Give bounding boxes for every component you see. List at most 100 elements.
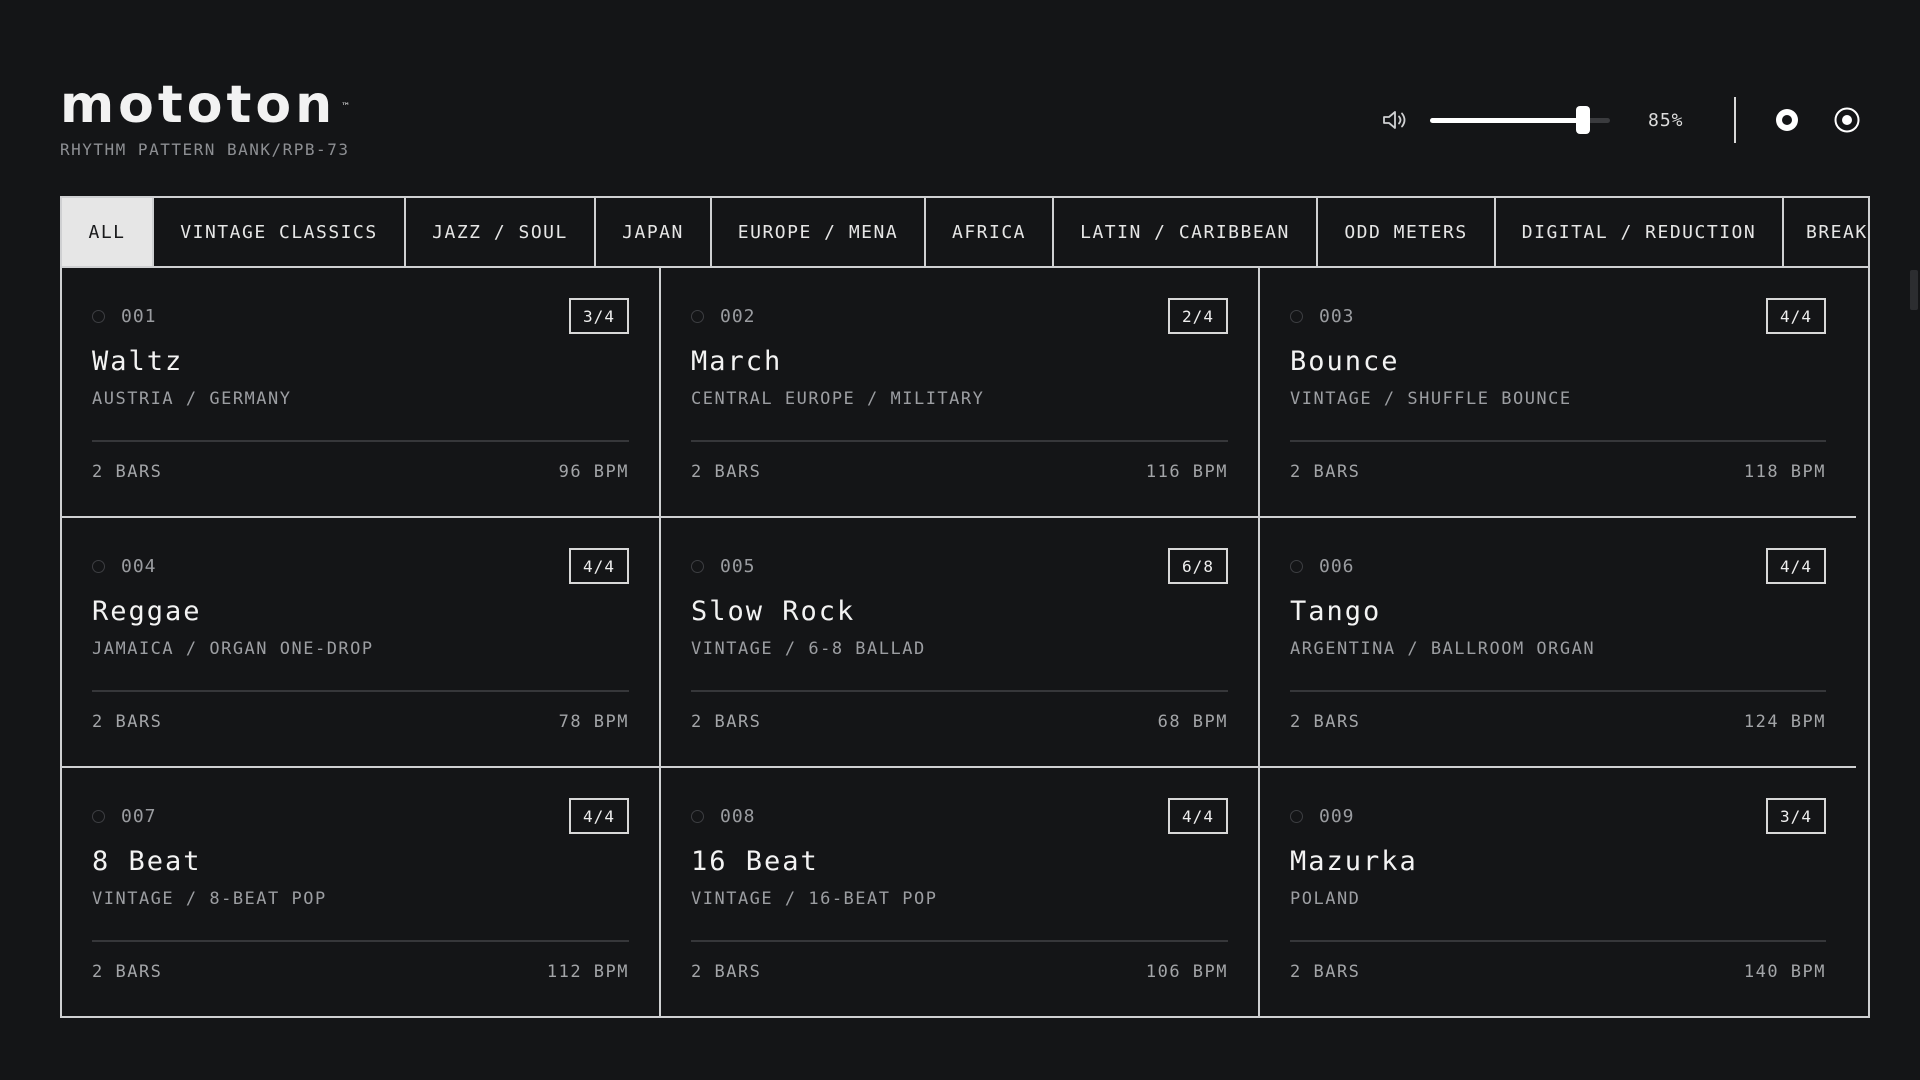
time-signature-badge: 6/8 [1168, 548, 1228, 584]
pattern-bars: 2 BARS [1290, 712, 1361, 732]
pattern-number-wrap: 001 [92, 306, 157, 327]
grid-scrollbar-thumb[interactable] [1910, 270, 1918, 310]
pattern-card[interactable]: 009 3/4 Mazurka POLAND 2 BARS 140 BPM [1260, 768, 1856, 1016]
volume-slider[interactable] [1430, 105, 1610, 135]
pattern-bpm: 68 BPM [1157, 712, 1228, 732]
category-tabs: ALL VINTAGE CLASSICS JAZZ / SOUL JAPAN EUROP… [60, 196, 1870, 266]
tab-europe-mena[interactable]: EUROPE / MENA [712, 198, 926, 266]
card-header: 007 4/4 [92, 798, 629, 834]
pattern-grid: 001 3/4 Waltz AUSTRIA / GERMANY 2 BARS 96 BPM… [60, 266, 1870, 1018]
pattern-card[interactable]: 007 4/4 8 Beat VINTAGE / 8-BEAT POP 2 BARS 11… [62, 768, 661, 1016]
pattern-bpm: 106 BPM [1145, 962, 1228, 982]
volume-slider-thumb[interactable] [1576, 106, 1590, 134]
select-radio-icon[interactable] [92, 559, 105, 573]
pattern-name: Waltz [92, 346, 184, 377]
pattern-number-wrap: 005 [691, 556, 756, 577]
pattern-card[interactable]: 006 4/4 Tango ARGENTINA / BALLROOM ORGAN 2 B… [1260, 518, 1856, 768]
pattern-name: March [691, 346, 783, 377]
app-window: mototon ™ RHYTHM PATTERN BANK/RPB-73 85% [0, 0, 1920, 1080]
pattern-origin: ARGENTINA / BALLROOM ORGAN [1290, 639, 1596, 659]
pattern-origin: AUSTRIA / GERMANY [92, 389, 292, 409]
card-header: 004 4/4 [92, 548, 629, 584]
pattern-card[interactable]: 003 4/4 Bounce VINTAGE / SHUFFLE BOUNCE 2 BA… [1260, 268, 1856, 518]
time-signature-badge: 4/4 [569, 548, 629, 584]
card-header: 001 3/4 [92, 298, 629, 334]
card-footer: 2 BARS 78 BPM [92, 712, 629, 732]
brand: mototon ™ RHYTHM PATTERN BANK/RPB-73 [60, 79, 350, 159]
time-signature-badge: 4/4 [1766, 298, 1826, 334]
pattern-number: 003 [1319, 305, 1355, 327]
speaker-icon[interactable] [1380, 105, 1410, 135]
select-radio-icon[interactable] [92, 809, 105, 823]
time-signature-badge: 3/4 [569, 298, 629, 334]
pattern-bars: 2 BARS [92, 712, 163, 732]
card-divider [691, 940, 1228, 942]
tab-odd-meters[interactable]: ODD METERS [1318, 198, 1496, 266]
select-radio-icon[interactable] [1290, 809, 1303, 823]
time-signature-badge: 4/4 [569, 798, 629, 834]
select-radio-icon[interactable] [691, 309, 704, 323]
pattern-name: Mazurka [1290, 846, 1418, 877]
pattern-bpm: 112 BPM [546, 962, 629, 982]
tab-africa[interactable]: AFRICA [926, 198, 1054, 266]
card-divider [1290, 690, 1826, 692]
pattern-origin: VINTAGE / 6-8 BALLAD [691, 639, 926, 659]
select-radio-icon[interactable] [691, 559, 704, 573]
card-footer: 2 BARS 116 BPM [691, 462, 1228, 482]
record-dot-icon[interactable] [1774, 107, 1800, 133]
volume-slider-fill [1430, 118, 1583, 123]
time-signature-badge: 4/4 [1168, 798, 1228, 834]
tab-all[interactable]: ALL [62, 198, 154, 266]
pattern-card[interactable]: 008 4/4 16 Beat VINTAGE / 16-BEAT POP 2 BARS… [661, 768, 1260, 1016]
time-signature-badge: 4/4 [1766, 548, 1826, 584]
pattern-bars: 2 BARS [691, 712, 762, 732]
logo: mototon ™ [60, 79, 350, 131]
card-divider [691, 690, 1228, 692]
tab-breaks[interactable]: BREAKS [1784, 198, 1868, 266]
pattern-bars: 2 BARS [691, 462, 762, 482]
pattern-card[interactable]: 002 2/4 March CENTRAL EUROPE / MILITARY 2 BA… [661, 268, 1260, 518]
card-footer: 2 BARS 68 BPM [691, 712, 1228, 732]
target-ring-icon[interactable] [1834, 107, 1860, 133]
pattern-number-wrap: 003 [1290, 306, 1355, 327]
pattern-name: Reggae [92, 596, 202, 627]
tab-digital-reduction[interactable]: DIGITAL / REDUCTION [1496, 198, 1784, 266]
select-radio-icon[interactable] [92, 309, 105, 323]
pattern-name: Slow Rock [691, 596, 856, 627]
select-radio-icon[interactable] [1290, 309, 1303, 323]
card-divider [1290, 940, 1826, 942]
tab-vintage-classics[interactable]: VINTAGE CLASSICS [154, 198, 406, 266]
tab-japan[interactable]: JAPAN [596, 198, 712, 266]
grid-scrollbar[interactable] [1910, 270, 1918, 1012]
select-radio-icon[interactable] [1290, 559, 1303, 573]
tab-latin-caribbean[interactable]: LATIN / CARIBBEAN [1054, 198, 1318, 266]
pattern-bars: 2 BARS [1290, 462, 1361, 482]
tab-jazz-soul[interactable]: JAZZ / SOUL [406, 198, 596, 266]
pattern-bars: 2 BARS [691, 962, 762, 982]
card-footer: 2 BARS 140 BPM [1290, 962, 1826, 982]
pattern-card[interactable]: 005 6/8 Slow Rock VINTAGE / 6-8 BALLAD 2 BAR… [661, 518, 1260, 768]
pattern-card[interactable]: 004 4/4 Reggae JAMAICA / ORGAN ONE-DROP 2 BA… [62, 518, 661, 768]
subtitle: RHYTHM PATTERN BANK/RPB-73 [60, 140, 350, 159]
pattern-number-wrap: 007 [92, 806, 157, 827]
pattern-bpm: 118 BPM [1743, 462, 1826, 482]
pattern-number: 007 [121, 805, 157, 827]
card-footer: 2 BARS 106 BPM [691, 962, 1228, 982]
pattern-bpm: 116 BPM [1145, 462, 1228, 482]
pattern-name: Tango [1290, 596, 1382, 627]
select-radio-icon[interactable] [691, 809, 704, 823]
pattern-number-wrap: 002 [691, 306, 756, 327]
card-footer: 2 BARS 118 BPM [1290, 462, 1826, 482]
pattern-name: Bounce [1290, 346, 1400, 377]
header-controls: 85% [1380, 96, 1860, 144]
pattern-bars: 2 BARS [1290, 962, 1361, 982]
pattern-origin: POLAND [1290, 889, 1361, 909]
pattern-number-wrap: 006 [1290, 556, 1355, 577]
pattern-bars: 2 BARS [92, 962, 163, 982]
pattern-card[interactable]: 001 3/4 Waltz AUSTRIA / GERMANY 2 BARS 96 BPM [62, 268, 661, 518]
card-divider [92, 440, 629, 442]
card-divider [92, 690, 629, 692]
pattern-number: 009 [1319, 805, 1355, 827]
card-header: 008 4/4 [691, 798, 1228, 834]
header-divider [1734, 97, 1736, 143]
